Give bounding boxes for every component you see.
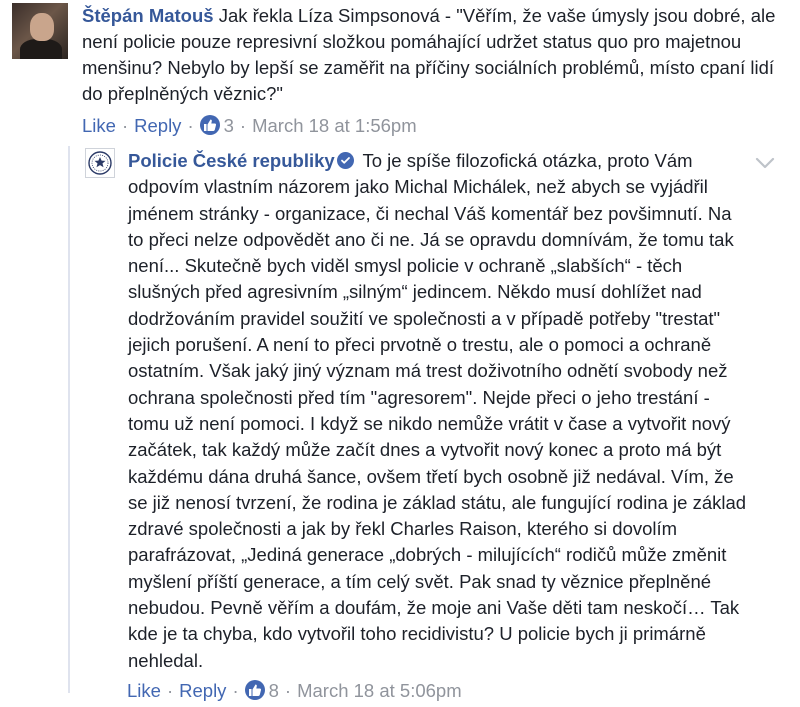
comment-options-chevron-icon[interactable] — [755, 156, 775, 174]
comment-actions: Like · Reply · 3 · March 18 at 1:56pm — [82, 115, 417, 136]
avatar[interactable] — [12, 3, 68, 59]
reply-actions: Like · Reply · 8 · March 18 at 5:06pm — [127, 680, 462, 701]
comment-body: Štěpán Matouš Jak řekla Líza Simpsonová … — [82, 3, 782, 107]
police-logo-icon — [88, 151, 112, 175]
reaction-count[interactable]: 3 — [224, 115, 234, 136]
comment-body: Policie České republiky To je spíše filo… — [128, 148, 748, 674]
avatar-face-shape — [30, 13, 54, 41]
comment-author-link[interactable]: Policie České republiky — [128, 150, 335, 171]
timestamp[interactable]: March 18 at 1:56pm — [252, 115, 417, 136]
comment-text: To je spíše filozofická otázka, proto Vá… — [128, 150, 747, 671]
avatar-body-shape — [20, 39, 62, 59]
like-button[interactable]: Like — [127, 680, 161, 701]
like-button[interactable]: Like — [82, 115, 116, 136]
thumbs-up-icon[interactable] — [199, 115, 220, 135]
reply-button[interactable]: Reply — [134, 115, 181, 136]
timestamp[interactable]: March 18 at 5:06pm — [297, 680, 462, 701]
thumbs-up-icon[interactable] — [244, 680, 265, 700]
police-logo-avatar[interactable] — [85, 148, 115, 178]
verified-badge-icon — [336, 152, 354, 169]
reaction-count[interactable]: 8 — [269, 680, 279, 701]
comment-author-link[interactable]: Štěpán Matouš — [82, 5, 214, 26]
reply-button[interactable]: Reply — [179, 680, 226, 701]
reply-thread-line — [68, 146, 70, 693]
